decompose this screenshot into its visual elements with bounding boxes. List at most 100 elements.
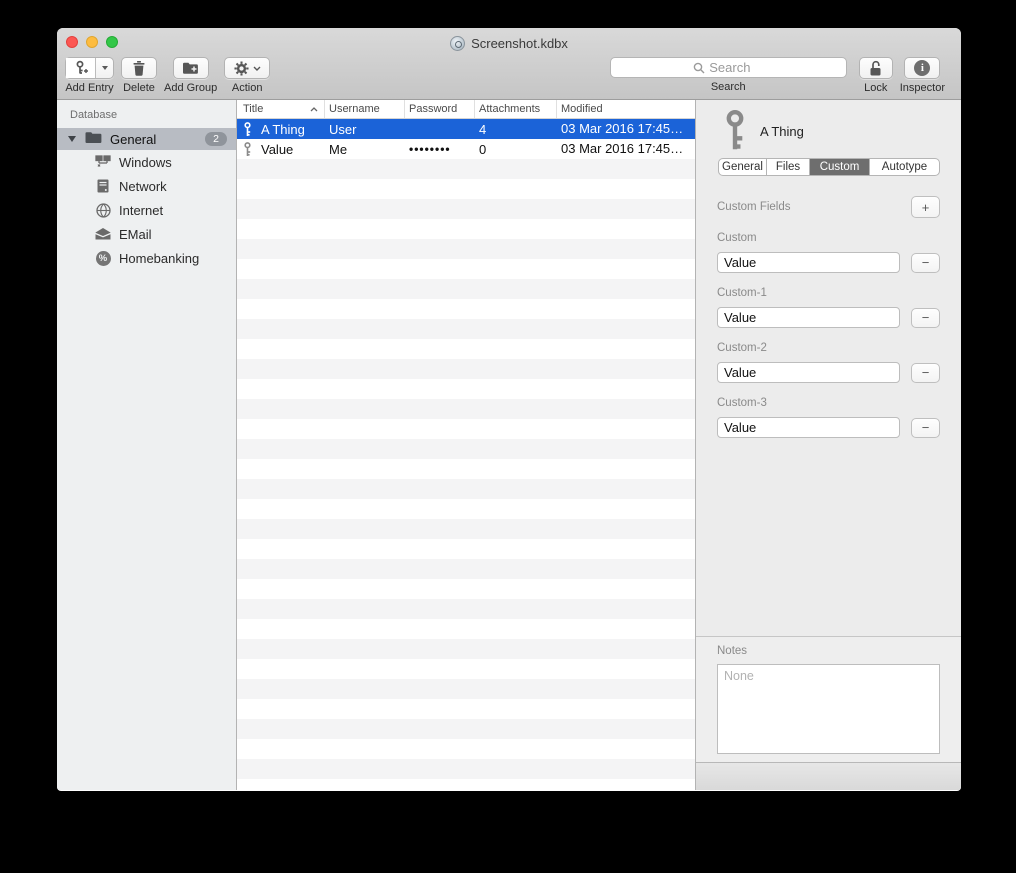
key-icon — [722, 110, 748, 152]
sidebar: Database General 2 — [57, 100, 237, 790]
field-label: Custom-3 — [717, 397, 940, 409]
percent-icon: % — [94, 251, 112, 266]
table-header: Title Username Password Attachments Modi… — [237, 100, 695, 119]
sidebar-item-label: Internet — [119, 203, 163, 218]
tab-custom[interactable]: Custom — [810, 159, 870, 175]
key-icon — [243, 142, 252, 157]
toolbar-item-add-entry: Add Entry — [65, 57, 114, 94]
search-field[interactable] — [610, 57, 847, 78]
window-title-wrap: Screenshot.kdbx — [450, 33, 568, 51]
disclosure-triangle-icon[interactable] — [68, 136, 76, 142]
toolbar-item-search: Search — [610, 57, 847, 93]
window-title: Screenshot.kdbx — [471, 36, 568, 51]
add-entry-label: Add Entry — [65, 82, 113, 94]
sidebar-item-network[interactable]: Network — [57, 174, 236, 198]
cell-attachments: 4 — [475, 122, 557, 137]
field-value-input[interactable] — [717, 307, 900, 328]
table-row[interactable]: A Thing User 4 03 Mar 2016 17:45… — [237, 119, 695, 139]
cell-title: Value — [261, 142, 293, 157]
search-input[interactable] — [709, 60, 763, 75]
cell-username: Me — [325, 142, 405, 157]
tab-autotype[interactable]: Autotype — [870, 159, 939, 175]
remove-field-button[interactable]: − — [911, 253, 940, 273]
remove-field-button[interactable]: − — [911, 363, 940, 383]
sidebar-item-windows[interactable]: Windows — [57, 150, 236, 174]
delete-label: Delete — [123, 82, 155, 94]
notes-textarea[interactable] — [717, 664, 940, 754]
column-header-attachments[interactable]: Attachments — [475, 100, 557, 118]
column-header-modified[interactable]: Modified — [557, 100, 695, 118]
delete-button[interactable] — [121, 57, 157, 79]
toolbar-item-inspector: i Inspector — [900, 57, 945, 94]
sidebar-item-label: Network — [119, 179, 167, 194]
column-header-title[interactable]: Title — [237, 100, 325, 118]
entry-title: A Thing — [760, 124, 804, 139]
gear-icon — [234, 61, 249, 76]
content-area: Database General 2 — [57, 100, 961, 790]
add-field-button[interactable]: + — [911, 196, 940, 218]
minimize-button[interactable] — [86, 36, 98, 48]
add-entry-dropdown[interactable] — [96, 58, 113, 78]
cell-modified: 03 Mar 2016 17:45… — [557, 119, 695, 139]
custom-field-group: Custom − — [717, 218, 940, 273]
field-value-input[interactable] — [717, 417, 900, 438]
workgroup-icon — [94, 155, 112, 169]
sidebar-item-email[interactable]: EMail — [57, 222, 236, 246]
cell-username: User — [325, 122, 405, 137]
globe-icon — [94, 203, 112, 218]
dropdown-arrow-icon — [102, 66, 108, 70]
empty-rows-area[interactable] — [237, 159, 695, 790]
inspector-panel: A Thing General Files Custom Autotype Cu… — [696, 100, 961, 790]
inspector-button[interactable]: i — [904, 57, 940, 79]
document-icon — [450, 36, 465, 51]
remove-field-button[interactable]: − — [911, 308, 940, 328]
field-label: Custom — [717, 232, 940, 244]
custom-fields-header: Custom Fields + — [717, 196, 940, 218]
toolbar-item-add-group: Add Group — [164, 57, 217, 94]
table-row[interactable]: Value Me •••••••• 0 03 Mar 2016 17:45… — [237, 139, 695, 159]
sidebar-item-label: General — [110, 132, 205, 147]
sidebar-item-label: Homebanking — [119, 251, 199, 266]
field-value-input[interactable] — [717, 362, 900, 383]
add-group-button[interactable] — [173, 57, 209, 79]
toolbar: Add Entry Delete — [57, 55, 961, 99]
titlebar[interactable]: Screenshot.kdbx — [57, 28, 961, 55]
column-header-username[interactable]: Username — [325, 100, 405, 118]
close-button[interactable] — [66, 36, 78, 48]
cell-modified: 03 Mar 2016 17:45… — [557, 139, 695, 159]
column-header-password[interactable]: Password — [405, 100, 475, 118]
search-icon — [693, 62, 705, 74]
folder-plus-icon — [182, 61, 199, 75]
server-icon — [94, 179, 112, 193]
key-plus-icon[interactable] — [66, 58, 96, 78]
chevron-down-icon — [253, 66, 261, 71]
zoom-button[interactable] — [106, 36, 118, 48]
unlocked-padlock-icon — [869, 60, 882, 77]
inspector-spacer — [696, 438, 961, 636]
inspector-label: Inspector — [900, 82, 945, 94]
inspector-bottom-bar — [696, 762, 961, 790]
tab-general[interactable]: General — [719, 159, 767, 175]
sidebar-item-general[interactable]: General 2 — [57, 128, 236, 150]
info-icon: i — [914, 60, 930, 76]
add-group-label: Add Group — [164, 82, 217, 94]
action-button[interactable] — [224, 57, 270, 79]
cell-attachments: 0 — [475, 142, 557, 157]
cell-password: •••••••• — [405, 142, 475, 156]
tab-files[interactable]: Files — [767, 159, 810, 175]
key-icon — [243, 122, 252, 137]
envelope-icon — [94, 228, 112, 240]
custom-field-group: Custom-3 − — [717, 383, 940, 438]
remove-field-button[interactable]: − — [911, 418, 940, 438]
field-value-input[interactable] — [717, 252, 900, 273]
sidebar-item-internet[interactable]: Internet — [57, 198, 236, 222]
entry-table: Title Username Password Attachments Modi… — [237, 100, 696, 790]
custom-field-group: Custom-1 − — [717, 273, 940, 328]
inspector-tabs: General Files Custom Autotype — [718, 158, 940, 176]
add-entry-button[interactable] — [65, 57, 114, 79]
cell-title: A Thing — [261, 122, 305, 137]
sidebar-item-homebanking[interactable]: % Homebanking — [57, 246, 236, 270]
custom-fields-title: Custom Fields — [717, 201, 791, 213]
custom-field-group: Custom-2 − — [717, 328, 940, 383]
lock-button[interactable] — [859, 57, 893, 79]
